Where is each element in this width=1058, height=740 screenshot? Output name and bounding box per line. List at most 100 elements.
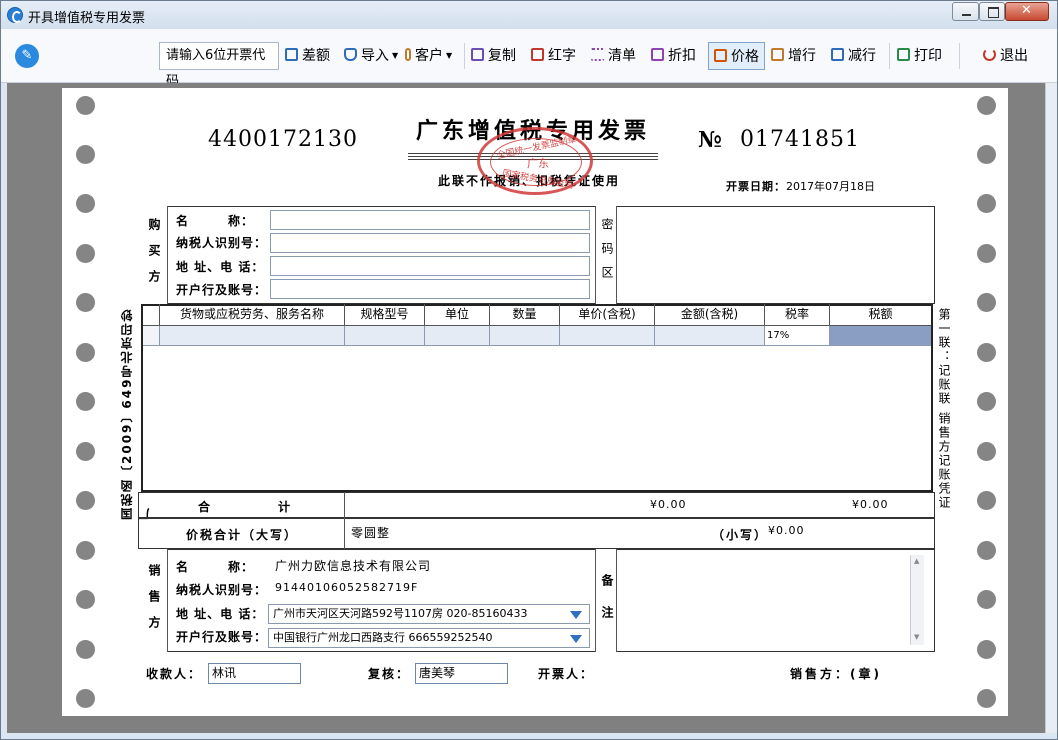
remark-scrollbar[interactable]: ▲ ▼ [910, 555, 924, 645]
balance-button[interactable]: 差额 [285, 42, 330, 70]
discount-button[interactable]: 折扣 [651, 42, 696, 70]
hole-icon [76, 491, 95, 510]
seller-tax-id-label: 纳税人识别号： [176, 583, 268, 597]
exit-button[interactable]: 退出 [983, 42, 1028, 70]
add-row-button[interactable]: 增行 [771, 42, 816, 70]
vertical-scrollbar[interactable] [1045, 83, 1057, 733]
red-invoice-icon [531, 48, 544, 61]
hole-icon [977, 640, 996, 659]
delete-row-button[interactable]: 减行 [831, 42, 876, 70]
hole-icon [977, 491, 996, 510]
list-button[interactable]: 清单 [591, 42, 636, 70]
buyer-side-label: 购买方 [147, 218, 161, 296]
buyer-address-label: 地 址、电 话： [176, 260, 265, 274]
sum-divider [344, 518, 345, 549]
row-unit-cell[interactable] [425, 326, 490, 346]
invoice-date-value: 2017年07月18日 [786, 180, 875, 193]
seller-side-label: 销售方 [147, 564, 161, 642]
import-button[interactable]: 导入 ▼ [344, 42, 398, 70]
maximize-button[interactable] [979, 2, 1005, 21]
window-title: 开具增值税专用发票 [28, 11, 146, 26]
tax-seal-stamp: 全国统一发票监制章 广东 国家税务总局监制 [477, 127, 593, 195]
chevron-up-icon[interactable]: ▲ [914, 557, 919, 565]
row-goods-name-cell[interactable] [160, 326, 345, 346]
red-invoice-button[interactable]: 红字 [531, 42, 576, 70]
remark-label: 备注 [600, 574, 614, 638]
minimize-button[interactable] [952, 2, 979, 21]
copy-button[interactable]: 复制 [471, 42, 516, 70]
row-index-cell[interactable] [143, 326, 160, 346]
hole-icon [977, 96, 996, 115]
reviewer-input[interactable]: 唐美琴 [415, 663, 508, 684]
toolbar-separator [959, 43, 960, 69]
seller-name-label: 名 称： [176, 560, 255, 574]
reviewer-label: 复核： [368, 667, 411, 681]
buyer-bank-label: 开户行及账号： [176, 283, 268, 297]
row-tax-cell[interactable] [830, 326, 931, 346]
row-qty-cell[interactable] [490, 326, 560, 346]
toolbar: ✎ 请输入6位开票代码 差额 导入 ▼ 客户 ▼ 复制 红字 清单 折扣 价格 增行… [1, 29, 1057, 89]
chevron-down-icon[interactable] [570, 635, 582, 643]
delete-row-icon [831, 48, 844, 61]
header-amount: 金额(含税) [655, 304, 765, 326]
row-spec-cell[interactable] [345, 326, 425, 346]
hole-icon [76, 96, 95, 115]
drawer-label: 开票人： [538, 667, 595, 681]
hole-icon [977, 194, 996, 213]
hole-icon [977, 293, 996, 312]
header-index [143, 304, 160, 326]
sum-words-value: 零圆整 [351, 526, 391, 540]
buyer-bank-input[interactable] [270, 279, 590, 299]
buyer-tax-id-input[interactable] [270, 233, 590, 253]
hole-icon [977, 689, 996, 708]
chevron-down-icon[interactable] [570, 611, 582, 619]
chevron-down-icon: ▼ [392, 51, 399, 60]
seller-address-select[interactable]: 广州市天河区天河路592号1107房 020-85160433 [268, 604, 590, 624]
seller-seal-label: 销售方：(章) [790, 667, 882, 681]
hole-icon [76, 244, 95, 263]
invoice-code-input[interactable]: 请输入6位开票代码 [159, 42, 279, 89]
price-icon [714, 49, 727, 62]
chevron-down-icon[interactable]: ▼ [914, 633, 919, 641]
printer-icon [897, 48, 910, 61]
row-price-cell[interactable] [560, 326, 655, 346]
invoice-date: 开票日期：2017年07月18日 [726, 180, 875, 193]
seller-tax-id-value: 91440106052582719F [275, 581, 419, 594]
close-button[interactable] [1005, 2, 1049, 21]
total-divider [344, 492, 345, 518]
number-symbol: № [698, 127, 722, 153]
row-tax-rate-cell[interactable]: 17% [765, 326, 830, 346]
hole-icon [76, 640, 95, 659]
title-bar: 开具增值税专用发票 [1, 1, 1057, 29]
header-tax: 税额 [868, 307, 893, 321]
discount-icon [651, 48, 664, 61]
hole-icon [76, 689, 95, 708]
hole-icon [977, 590, 996, 609]
print-button[interactable]: 打印 [897, 42, 942, 70]
hole-icon [977, 442, 996, 461]
invoice-logo-icon[interactable]: ✎ [15, 44, 39, 68]
sum-small-label: （小写） [712, 528, 769, 542]
hole-icon [76, 293, 95, 312]
hole-icon [977, 145, 996, 164]
sum-words-label: 价税合计（大写） [186, 528, 299, 542]
buyer-tax-id-label: 纳税人识别号： [176, 236, 268, 250]
hole-icon [977, 343, 996, 362]
hole-icon [76, 392, 95, 411]
payee-input[interactable]: 林讯 [208, 663, 301, 684]
buyer-address-input[interactable] [270, 256, 590, 276]
seller-bank-select[interactable]: 中国银行广州龙口西路支行 666559252540 [268, 628, 590, 648]
header-price: 单价(含税) [560, 304, 655, 326]
customer-button[interactable]: 客户 ▼ [405, 42, 452, 70]
remark-textarea[interactable] [619, 553, 927, 647]
buyer-name-input[interactable] [270, 210, 590, 230]
hole-icon [76, 343, 95, 362]
app-icon [7, 7, 23, 23]
price-button[interactable]: 价格 [708, 42, 765, 70]
customer-icon [405, 48, 411, 61]
buyer-name-label: 名 称： [176, 214, 255, 228]
header-tax-rate: 税率 [765, 304, 830, 326]
row-amount-cell[interactable] [655, 326, 765, 346]
import-icon [344, 48, 357, 61]
total-tax: ¥0.00 [852, 498, 889, 511]
